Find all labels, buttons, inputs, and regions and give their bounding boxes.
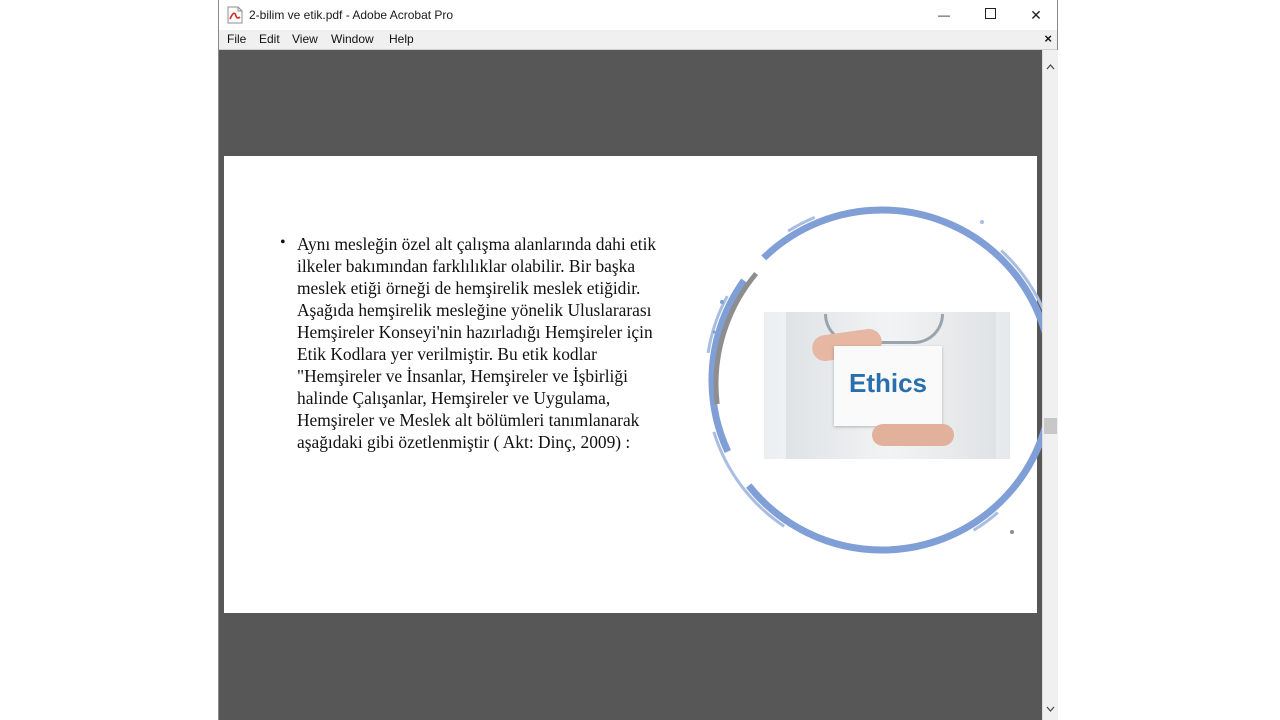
minimize-icon: — <box>938 8 950 22</box>
bullet-marker: • <box>280 234 286 251</box>
acrobat-window: 2-bilim ve etik.pdf - Adobe Acrobat Pro … <box>218 0 1058 720</box>
ethics-card: Ethics <box>834 346 942 426</box>
slide-body-text: Aynı mesleğin özel alt çalışma alanların… <box>297 234 657 452</box>
pdf-page: • Aynı mesleğin özel alt çalışma alanlar… <box>224 156 1042 613</box>
hand-bottom <box>872 424 954 446</box>
maximize-icon <box>984 6 996 24</box>
scrollbar-thumb[interactable] <box>1044 418 1057 434</box>
menu-bar: File Edit View Window Help × <box>219 30 1057 50</box>
title-bar: 2-bilim ve etik.pdf - Adobe Acrobat Pro … <box>219 0 1057 30</box>
ethics-photo: Ethics <box>764 312 1010 459</box>
pdf-file-icon <box>227 6 243 24</box>
menu-window[interactable]: Window <box>329 32 376 46</box>
menu-view[interactable]: View <box>290 32 320 46</box>
ethics-card-text: Ethics <box>848 368 928 398</box>
document-viewport[interactable]: • Aynı mesleğin özel alt çalışma alanlar… <box>219 50 1042 720</box>
close-button[interactable]: ✕ <box>1013 0 1059 30</box>
menu-edit[interactable]: Edit <box>257 32 282 46</box>
window-title: 2-bilim ve etik.pdf - Adobe Acrobat Pro <box>249 8 454 22</box>
chevron-down-icon[interactable] <box>1043 702 1058 714</box>
chevron-up-icon[interactable] <box>1043 60 1058 72</box>
maximize-button[interactable] <box>967 0 1013 30</box>
menu-help[interactable]: Help <box>387 32 416 46</box>
close-icon: ✕ <box>1030 6 1042 23</box>
menu-file[interactable]: File <box>225 32 248 46</box>
minimize-button[interactable]: — <box>921 0 967 30</box>
document-close-button[interactable]: × <box>1044 31 1052 46</box>
vertical-scrollbar[interactable] <box>1042 50 1058 720</box>
